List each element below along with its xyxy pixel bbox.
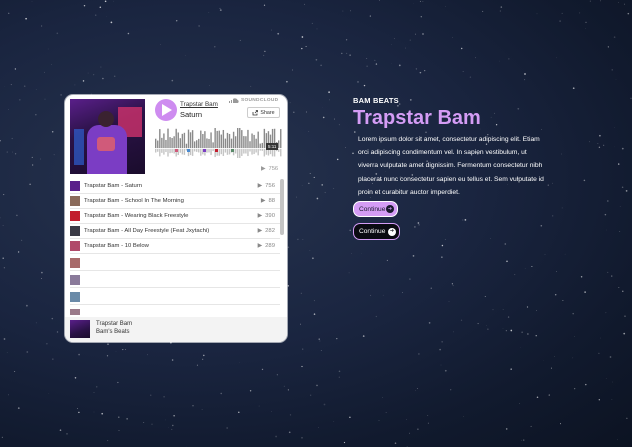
track-row-placeholder[interactable] — [70, 273, 280, 288]
section-eyebrow: BAM BEATS — [353, 96, 399, 105]
track-row-placeholder[interactable] — [70, 307, 280, 315]
track-play-count: ▶ 289 — [258, 243, 275, 249]
track-name: Trapstar Bam - All Day Freestyle (Feat J… — [84, 228, 210, 234]
waveform-seekbar[interactable] — [155, 128, 282, 158]
button-label: Continue — [359, 205, 386, 213]
footer-playlist: Bam's Beats — [96, 329, 130, 335]
tracklist-scrollbar[interactable] — [280, 179, 284, 235]
page-title: Trapstar Bam — [353, 107, 481, 129]
track-row[interactable]: Trapstar Bam - 10 Below ▶ 289 — [70, 239, 280, 254]
soundcloud-logo[interactable]: SOUNDCLOUD — [229, 98, 278, 103]
description-text: Lorem ipsum dolor sit amet, consectetur … — [358, 133, 563, 199]
track-artwork — [70, 99, 145, 174]
continue-button-primary[interactable]: Continue ➜ — [353, 201, 398, 217]
track-thumbnail — [70, 241, 80, 251]
track-thumbnail — [70, 211, 80, 221]
track-count-value: 282 — [265, 228, 275, 234]
total-plays: ▶ 756 — [261, 166, 278, 172]
track-thumbnail — [70, 309, 80, 315]
track-title: Saturn — [180, 110, 203, 119]
track-row[interactable]: Trapstar Bam - Saturn ▶ 756 — [70, 179, 280, 194]
footer-artist: Trapstar Bam — [96, 321, 133, 327]
description-line: proin et curabitur auctor imperdiet. — [358, 188, 460, 196]
play-count-icon: ▶ — [257, 213, 263, 219]
artist-link[interactable]: Trapstar Bam — [180, 101, 218, 108]
track-name: Trapstar Bam - Wearing Black Freestyle — [84, 213, 189, 219]
track-thumbnail — [70, 292, 80, 302]
track-thumbnail — [70, 226, 80, 236]
track-play-count: ▶ 88 — [261, 198, 275, 204]
tracklist: Trapstar Bam - Saturn ▶ 756 Trapstar Bam … — [65, 177, 287, 315]
track-count-value: 88 — [268, 198, 275, 204]
soundcloud-player: Trapstar Bam Saturn SOUNDCLOUD Share 5:1… — [65, 95, 287, 342]
track-row[interactable]: Trapstar Bam - All Day Freestyle (Feat J… — [70, 224, 280, 239]
play-count-icon: ▶ — [261, 166, 266, 172]
track-play-count: ▶ 390 — [258, 213, 275, 219]
soundcloud-icon — [229, 98, 239, 103]
soundcloud-label: SOUNDCLOUD — [241, 98, 279, 103]
track-thumbnail — [70, 275, 80, 285]
continue-button-secondary[interactable]: Continue ➜ — [353, 223, 400, 240]
track-play-count: ▶ 756 — [258, 183, 275, 189]
track-thumbnail — [70, 258, 80, 268]
play-count-icon: ▶ — [257, 183, 263, 189]
play-icon — [162, 104, 172, 116]
play-button[interactable] — [155, 99, 177, 121]
track-thumbnail — [70, 181, 80, 191]
description-line: Lorem ipsum dolor sit amet, consectetur … — [358, 136, 540, 143]
share-button[interactable]: Share — [247, 107, 280, 118]
track-play-count: ▶ 282 — [258, 228, 275, 234]
description-line: placerat nunc consectetur sapien eu tell… — [358, 175, 544, 183]
play-count-icon: ▶ — [260, 198, 266, 204]
play-count-icon: ▶ — [257, 243, 263, 249]
track-count-value: 289 — [265, 243, 275, 249]
track-name: Trapstar Bam - Saturn — [84, 183, 143, 189]
arrow-right-icon: ➜ — [386, 205, 394, 213]
track-name: Trapstar Bam - School In The Morning — [84, 198, 184, 204]
player-footer[interactable]: Trapstar Bam Bam's Beats — [65, 317, 287, 342]
arrow-right-icon: ➜ — [388, 227, 396, 236]
track-row[interactable]: Trapstar Bam - School In The Morning ▶ 88 — [70, 194, 280, 209]
description-line: orci adipiscing condimentum vel. In sapi… — [358, 149, 527, 157]
total-plays-count: 756 — [268, 166, 279, 172]
description-line: viverra vulputate amet dignissim. Fermen… — [358, 162, 543, 170]
duration-label: 5:11 — [266, 143, 279, 150]
track-name: Trapstar Bam - 10 Below — [84, 243, 149, 249]
share-label: Share — [260, 109, 275, 116]
share-icon — [253, 109, 259, 115]
button-label: Continue — [359, 228, 386, 235]
track-row[interactable]: Trapstar Bam - Wearing Black Freestyle ▶… — [70, 209, 280, 224]
track-thumbnail — [70, 196, 80, 206]
track-row-placeholder[interactable] — [70, 256, 280, 271]
track-count-value: 756 — [265, 183, 275, 189]
playlist-thumbnail — [70, 320, 90, 338]
track-count-value: 390 — [265, 213, 275, 219]
play-count-icon: ▶ — [257, 228, 263, 234]
track-row-placeholder[interactable] — [70, 290, 280, 305]
